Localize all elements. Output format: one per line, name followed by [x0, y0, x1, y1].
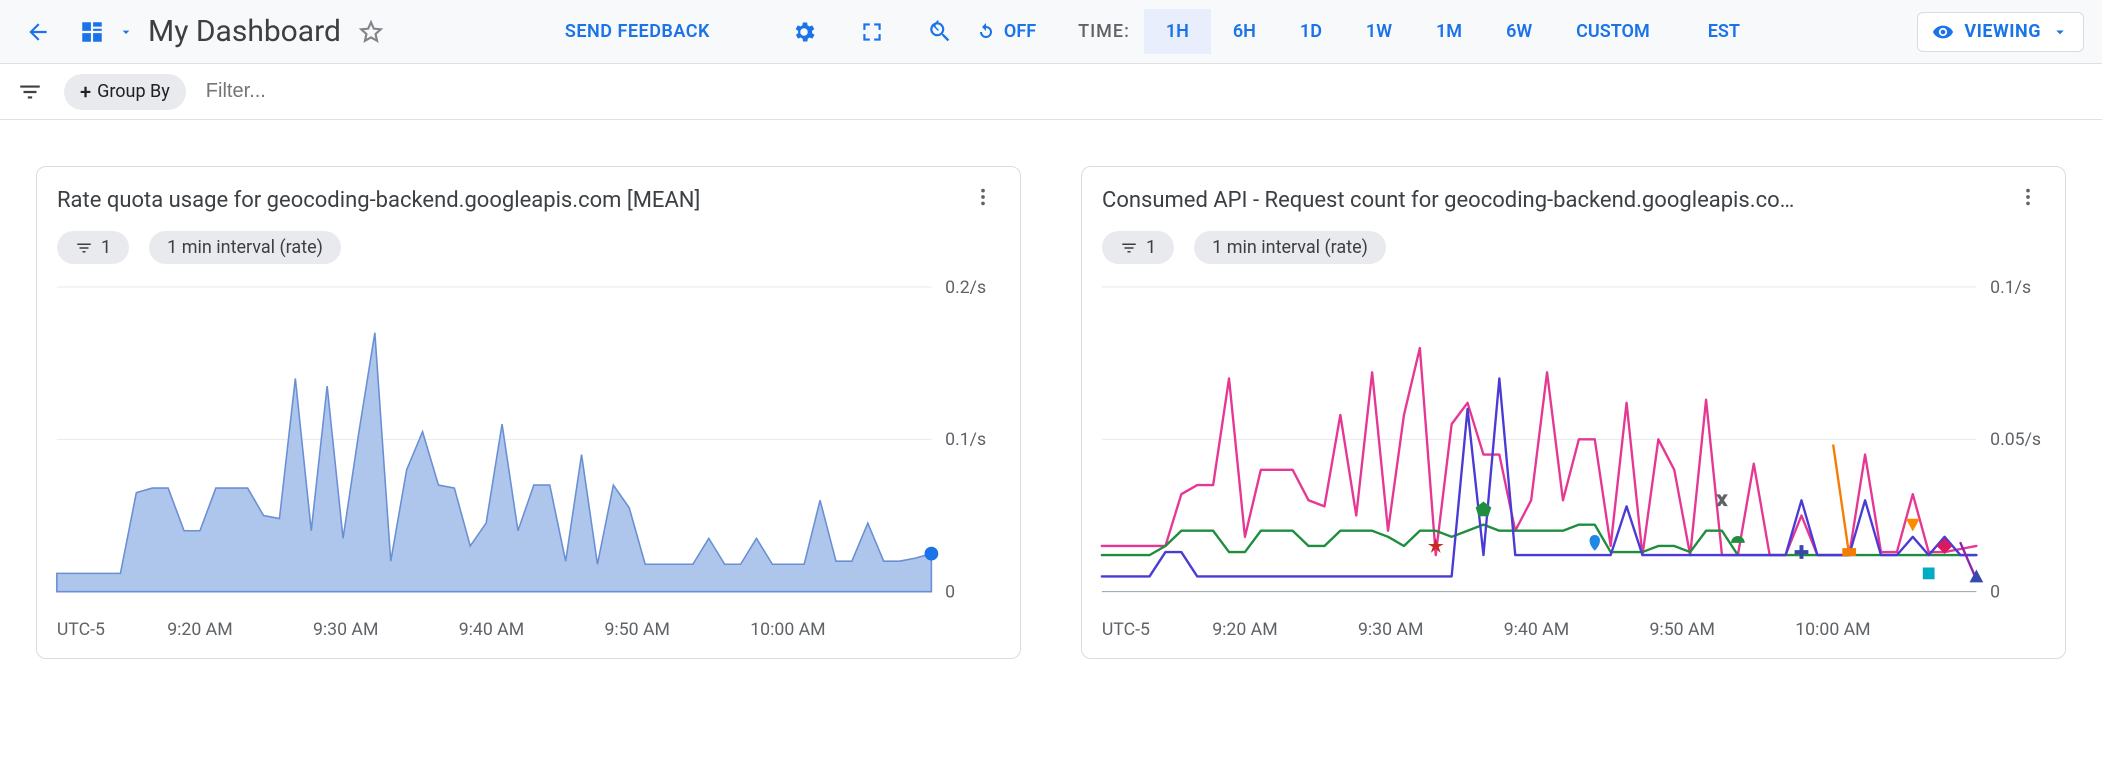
interval-label: 1 min interval (rate)	[167, 237, 323, 258]
settings-button[interactable]	[784, 12, 824, 52]
filter-menu[interactable]	[10, 72, 50, 112]
svg-text:9:20 AM: 9:20 AM	[167, 620, 232, 640]
filter-list-icon	[1120, 239, 1138, 257]
time-opt-6w[interactable]: 6W	[1484, 9, 1554, 54]
group-by-button[interactable]: + Group By	[64, 74, 186, 110]
topbar: My Dashboard SEND FEEDBACK OFF TIME: 1H6…	[0, 0, 2102, 64]
time-opt-custom[interactable]: CUSTOM	[1554, 9, 1672, 54]
view-mode-button[interactable]: VIEWING	[1917, 12, 2084, 52]
more-vert-icon	[2017, 186, 2039, 208]
time-opt-6h[interactable]: 6H	[1211, 9, 1278, 54]
panel-title: Consumed API - Request count for geocodi…	[1102, 188, 2017, 213]
svg-text:10:00 AM: 10:00 AM	[1795, 620, 1870, 640]
svg-text:9:30 AM: 9:30 AM	[313, 620, 378, 640]
requests-line-chart[interactable]: 0 0.05/s 0.1/s UTC-5 9:20 AM 9:30 AM 9:40 AM 9:…	[1092, 274, 2055, 644]
time-opt-1w[interactable]: 1W	[1344, 9, 1414, 54]
eye-icon	[1932, 21, 1954, 43]
panel-menu-button[interactable]	[972, 185, 994, 215]
timezone-button[interactable]: EST	[1686, 9, 1762, 54]
svg-text:9:30 AM: 9:30 AM	[1358, 620, 1423, 640]
svg-text:9:50 AM: 9:50 AM	[1649, 620, 1714, 640]
favorite-toggle[interactable]	[351, 12, 391, 52]
view-mode-label: VIEWING	[1964, 21, 2041, 42]
svg-text:9:40 AM: 9:40 AM	[459, 620, 524, 640]
svg-text:0: 0	[1990, 583, 2000, 603]
filter-count-chip[interactable]: 1	[57, 231, 129, 264]
dashboard-select[interactable]	[72, 12, 112, 52]
page-title: My Dashboard	[148, 14, 341, 49]
svg-text:0: 0	[945, 583, 955, 603]
time-opt-1h[interactable]: 1H	[1144, 9, 1211, 54]
svg-text:UTC-5: UTC-5	[1102, 620, 1150, 640]
panel-menu-button[interactable]	[2017, 185, 2039, 215]
filter-input[interactable]	[200, 80, 2092, 103]
filter-list-icon	[75, 239, 93, 257]
svg-text:UTC-5: UTC-5	[57, 620, 105, 640]
zoom-reset-button[interactable]	[920, 12, 960, 52]
auto-refresh-label: OFF	[1004, 21, 1036, 42]
more-vert-icon	[972, 186, 994, 208]
filterbar: + Group By	[0, 64, 2102, 120]
filter-count: 1	[101, 237, 111, 258]
time-range-tabs: 1H6H1D1W1M6WCUSTOM	[1144, 9, 1672, 54]
fullscreen-icon	[859, 19, 885, 45]
filter-count: 1	[1146, 237, 1156, 258]
interval-label: 1 min interval (rate)	[1212, 237, 1368, 258]
svg-text:0.1/s: 0.1/s	[945, 430, 986, 450]
quota-area-chart[interactable]: 0 0.1/s 0.2/s UTC-5 9:20 AM 9:30 AM 9:40 AM 9:5…	[47, 274, 1010, 644]
star-outline-icon	[358, 19, 384, 45]
arrow-left-icon	[25, 19, 51, 45]
back-button[interactable]	[18, 12, 58, 52]
group-by-label: Group By	[97, 81, 170, 102]
chart-panel-quota: Rate quota usage for geocoding-backend.g…	[36, 166, 1021, 659]
dashboard-grid-icon	[79, 19, 105, 45]
filter-count-chip[interactable]: 1	[1102, 231, 1174, 264]
svg-text:0.05/s: 0.05/s	[1990, 430, 2041, 450]
svg-text:9:50 AM: 9:50 AM	[604, 620, 669, 640]
svg-text:10:00 AM: 10:00 AM	[750, 620, 825, 640]
svg-text:0.1/s: 0.1/s	[1990, 278, 2031, 298]
svg-text:0.2/s: 0.2/s	[945, 278, 986, 298]
panel-title: Rate quota usage for geocoding-backend.g…	[57, 188, 972, 213]
fullscreen-button[interactable]	[852, 12, 892, 52]
chart-grid: Rate quota usage for geocoding-backend.g…	[0, 120, 2102, 705]
chevron-down-icon	[2051, 23, 2069, 41]
interval-chip[interactable]: 1 min interval (rate)	[149, 231, 341, 264]
filter-list-icon	[17, 79, 43, 105]
send-feedback-button[interactable]: SEND FEEDBACK	[565, 21, 710, 42]
svg-text:9:40 AM: 9:40 AM	[1504, 620, 1569, 640]
auto-refresh-toggle[interactable]: OFF	[974, 20, 1036, 44]
chevron-down-icon[interactable]	[118, 24, 134, 40]
chart-panel-requests: Consumed API - Request count for geocodi…	[1081, 166, 2066, 659]
time-label: TIME:	[1078, 21, 1130, 42]
time-opt-1d[interactable]: 1D	[1278, 9, 1344, 54]
magnifier-reset-icon	[927, 19, 953, 45]
svg-text:9:20 AM: 9:20 AM	[1212, 620, 1277, 640]
refresh-icon	[974, 20, 998, 44]
gear-icon	[791, 19, 817, 45]
interval-chip[interactable]: 1 min interval (rate)	[1194, 231, 1386, 264]
time-opt-1m[interactable]: 1M	[1414, 9, 1484, 54]
